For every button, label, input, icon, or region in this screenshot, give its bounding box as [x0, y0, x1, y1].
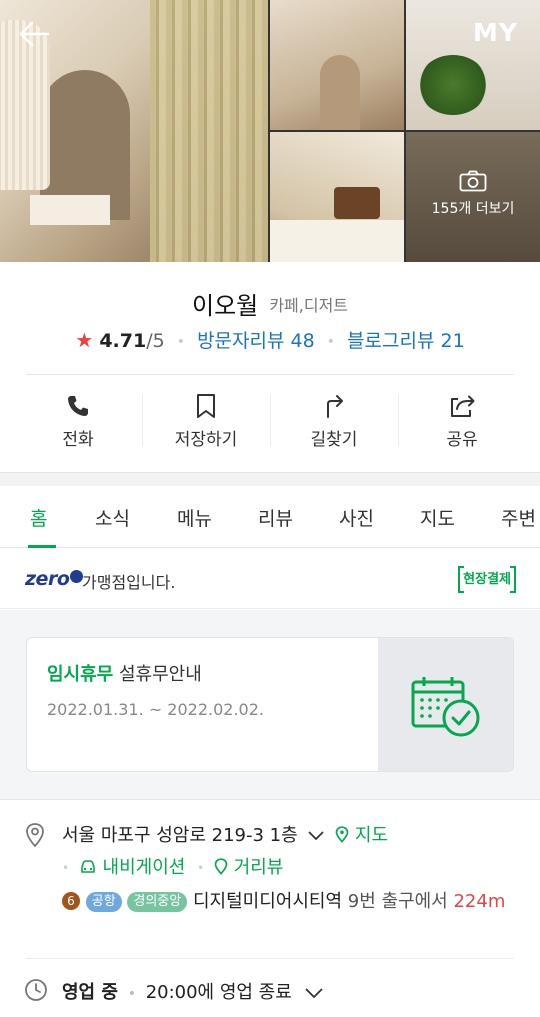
separator-dot: •: [176, 333, 186, 350]
share-label: 공유: [446, 430, 478, 450]
calendar-check-icon: [411, 677, 480, 737]
address-sub-links: • 내비게이션 • 거리뷰: [62, 853, 283, 879]
subway-line-badge: 6: [62, 892, 80, 910]
closure-notice-card[interactable]: 임시휴무 설휴무안내 2022.01.31. ~ 2022.02.02.: [26, 637, 514, 772]
car-icon: [81, 860, 95, 873]
blog-reviews-link[interactable]: 블로그리뷰 21: [347, 330, 465, 352]
tab-reviews[interactable]: 리뷰: [258, 504, 293, 531]
divider: [26, 374, 514, 375]
tab-news[interactable]: 소식: [95, 504, 130, 531]
share-icon: [451, 395, 475, 417]
map-link[interactable]: 지도: [331, 825, 388, 846]
back-arrow-icon[interactable]: [16, 16, 52, 52]
map-pin-icon: [335, 826, 349, 843]
separator-dot: •: [62, 861, 70, 875]
closure-title: 임시휴무 설휴무안내: [47, 660, 264, 686]
more-photos-button[interactable]: 155개 더보기: [406, 170, 540, 218]
section-gap: [0, 472, 540, 486]
divider: [0, 799, 540, 800]
business-status: 영업 중: [62, 982, 118, 1003]
closure-dates: 2022.01.31. ~ 2022.02.02.: [47, 700, 264, 719]
directions-icon: [327, 395, 343, 418]
share-button[interactable]: 공유: [398, 385, 526, 459]
camera-icon: [459, 170, 487, 192]
street-view-pin-icon: [214, 858, 228, 875]
clock-icon: [25, 979, 47, 1001]
zeropay-logo: zero: [25, 568, 84, 590]
tab-bar: 홈 소식 메뉴 리뷰 사진 지도 주변: [0, 486, 540, 548]
divider: [26, 958, 514, 959]
tab-menu[interactable]: 메뉴: [177, 504, 212, 531]
photo-thumbnail[interactable]: [270, 132, 404, 262]
photo-thumbnail[interactable]: [270, 0, 404, 130]
call-button[interactable]: 전화: [14, 385, 142, 459]
bookmark-icon: [197, 394, 215, 418]
tab-map[interactable]: 지도: [420, 504, 455, 531]
tab-photos[interactable]: 사진: [339, 504, 374, 531]
save-label: 저장하기: [174, 430, 238, 450]
more-photos-label: 155개 더보기: [431, 201, 515, 217]
action-bar: 전화 저장하기 길찾기 공유: [14, 385, 526, 459]
zeropay-banner: zero 가맹점입니다. 현장결제: [0, 549, 540, 609]
street-view-link[interactable]: 거리뷰: [214, 857, 283, 878]
place-name: 이오월: [191, 292, 259, 320]
onsite-payment-badge: 현장결제: [458, 566, 516, 593]
star-icon: ★: [75, 328, 94, 352]
photo-gallery[interactable]: 155개 더보기 MY: [0, 0, 540, 262]
phone-icon: [68, 396, 88, 416]
airport-line-badge: 공항: [85, 892, 122, 912]
station-name: 디지털미디어시티역: [192, 891, 343, 912]
separator-dot: •: [197, 861, 205, 875]
gyeongui-line-badge: 경의중앙: [127, 892, 188, 912]
address-row: 서울 마포구 성암로 219-3 1층 지도: [62, 821, 388, 847]
rating-score: 4.71: [99, 330, 147, 352]
address-text[interactable]: 서울 마포구 성암로 219-3 1층: [62, 825, 298, 846]
save-button[interactable]: 저장하기: [142, 385, 270, 459]
closure-title-text: 설휴무안내: [118, 664, 202, 685]
visitor-reviews-link[interactable]: 방문자리뷰 48: [197, 330, 315, 352]
directions-label: 길찾기: [310, 430, 358, 450]
chevron-down-icon[interactable]: [304, 987, 324, 999]
separator-dot: •: [326, 333, 335, 350]
tab-nearby[interactable]: 주변: [501, 504, 536, 531]
business-hours-row[interactable]: 영업 중 • 20:00에 영업 종료: [62, 978, 324, 1004]
call-label: 전화: [62, 430, 94, 450]
rating-row: ★ 4.71/5 • 방문자리뷰 48 • 블로그리뷰 21: [0, 326, 540, 354]
separator-dot: •: [127, 986, 136, 1002]
navigation-link[interactable]: 내비게이션: [79, 857, 191, 878]
calendar-thumbnail: [378, 638, 513, 771]
my-button[interactable]: MY: [473, 18, 518, 47]
active-tab-indicator: [28, 545, 56, 548]
closure-highlight: 임시휴무: [47, 664, 114, 685]
chevron-down-icon[interactable]: [307, 830, 325, 842]
station-exit: 9번 출구에서: [347, 891, 448, 912]
rating-max: /5: [146, 330, 165, 352]
place-category: 카페,디저트: [269, 295, 349, 315]
zeropay-text: 가맹점입니다.: [82, 573, 176, 592]
tab-home[interactable]: 홈: [30, 504, 47, 531]
place-header: 이오월 카페,디저트 ★ 4.71/5 • 방문자리뷰 48 • 블로그리뷰 2…: [0, 262, 540, 354]
business-hours-detail: 20:00에 영업 종료: [145, 982, 292, 1003]
directions-button[interactable]: 길찾기: [270, 385, 398, 459]
subway-info: 6 공항 경의중앙 디지털미디어시티역 9번 출구에서 224m: [62, 886, 512, 917]
station-distance: 224m: [453, 891, 506, 912]
location-pin-icon: [26, 823, 44, 848]
